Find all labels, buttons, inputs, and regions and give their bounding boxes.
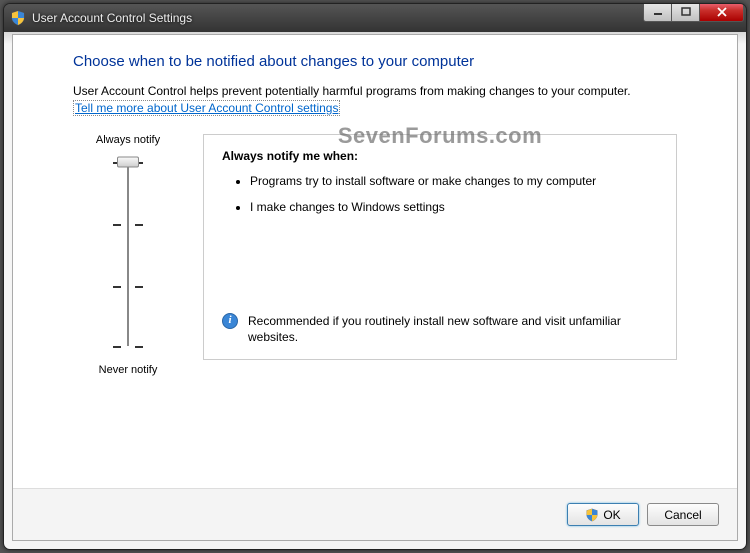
level-bullet-list: Programs try to install software or make… <box>222 173 658 225</box>
client-area: Choose when to be notified about changes… <box>12 34 738 541</box>
shield-icon <box>585 508 599 522</box>
level-bullet: Programs try to install software or make… <box>250 173 658 189</box>
level-description-panel: SevenForums.com Always notify me when: P… <box>203 134 677 360</box>
minimize-button[interactable] <box>643 3 672 22</box>
slider-label-always: Always notify <box>73 134 183 146</box>
intro-text: User Account Control helps prevent poten… <box>73 84 677 98</box>
uac-settings-window: User Account Control Settings Choose whe… <box>3 3 747 550</box>
maximize-button[interactable] <box>671 3 700 22</box>
ok-button[interactable]: OK <box>567 503 639 526</box>
page-heading: Choose when to be notified about changes… <box>73 53 677 70</box>
help-link[interactable]: Tell me more about User Account Control … <box>73 100 340 116</box>
slider-track <box>127 162 129 346</box>
recommendation-text: Recommended if you routinely install new… <box>248 313 658 345</box>
ok-button-label: OK <box>603 508 620 522</box>
close-button[interactable] <box>699 3 744 22</box>
recommendation-row: i Recommended if you routinely install n… <box>222 313 658 345</box>
titlebar[interactable]: User Account Control Settings <box>4 4 746 32</box>
notification-level-slider[interactable] <box>98 154 158 354</box>
cancel-button[interactable]: Cancel <box>647 503 719 526</box>
watermark-text: SevenForums.com <box>204 123 676 149</box>
level-heading: Always notify me when: <box>222 149 658 163</box>
dialog-footer: OK Cancel <box>13 489 737 540</box>
slider-thumb[interactable] <box>117 157 139 168</box>
shield-icon <box>10 10 26 26</box>
cancel-button-label: Cancel <box>664 508 701 522</box>
slider-label-never: Never notify <box>73 364 183 376</box>
level-bullet: I make changes to Windows settings <box>250 199 658 215</box>
info-icon: i <box>222 313 238 329</box>
window-title: User Account Control Settings <box>32 11 192 25</box>
